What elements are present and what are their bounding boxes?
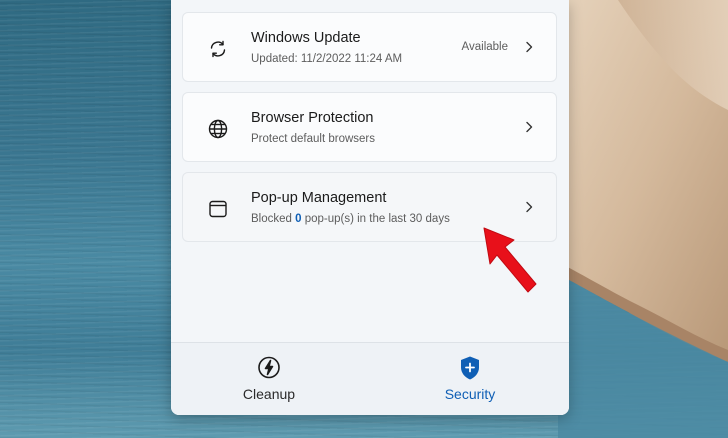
popup-management-title: Pop-up Management [251, 190, 387, 206]
red-pointer-arrow-annotation [478, 224, 542, 298]
windows-update-card[interactable]: Windows Update Updated: 11/2/2022 11:24 … [182, 12, 557, 82]
sand-dune-background [558, 0, 728, 438]
nav-cleanup-tab[interactable]: Cleanup [209, 355, 329, 402]
browser-protection-subtitle: Protect default browsers [251, 133, 376, 145]
lightning-icon [257, 355, 281, 381]
windows-update-status: Available [461, 41, 508, 53]
nav-cleanup-label: Cleanup [242, 386, 296, 402]
nav-security-label: Security [444, 386, 496, 402]
globe-icon [207, 118, 229, 140]
subtitle-prefix: Blocked [251, 213, 296, 225]
nav-security-tab[interactable]: Security [410, 355, 530, 402]
chevron-right-icon [524, 121, 534, 133]
browser-protection-title: Browser Protection [251, 110, 374, 126]
popup-management-subtitle: Blocked 0 pop-up(s) in the last 30 days [251, 213, 450, 225]
window-icon [207, 198, 229, 220]
sync-icon [207, 38, 229, 60]
chevron-right-icon [524, 201, 534, 213]
browser-protection-card[interactable]: Browser Protection Protect default brows… [182, 92, 557, 162]
bottom-navigation: Cleanup Security [171, 342, 569, 415]
chevron-right-icon [524, 41, 534, 53]
subtitle-suffix: pop-up(s) in the last 30 days [301, 213, 450, 225]
windows-update-title: Windows Update [251, 30, 361, 46]
shield-plus-icon [458, 355, 482, 381]
security-panel: Windows Update Updated: 11/2/2022 11:24 … [171, 0, 569, 415]
windows-update-subtitle: Updated: 11/2/2022 11:24 AM [251, 53, 403, 65]
